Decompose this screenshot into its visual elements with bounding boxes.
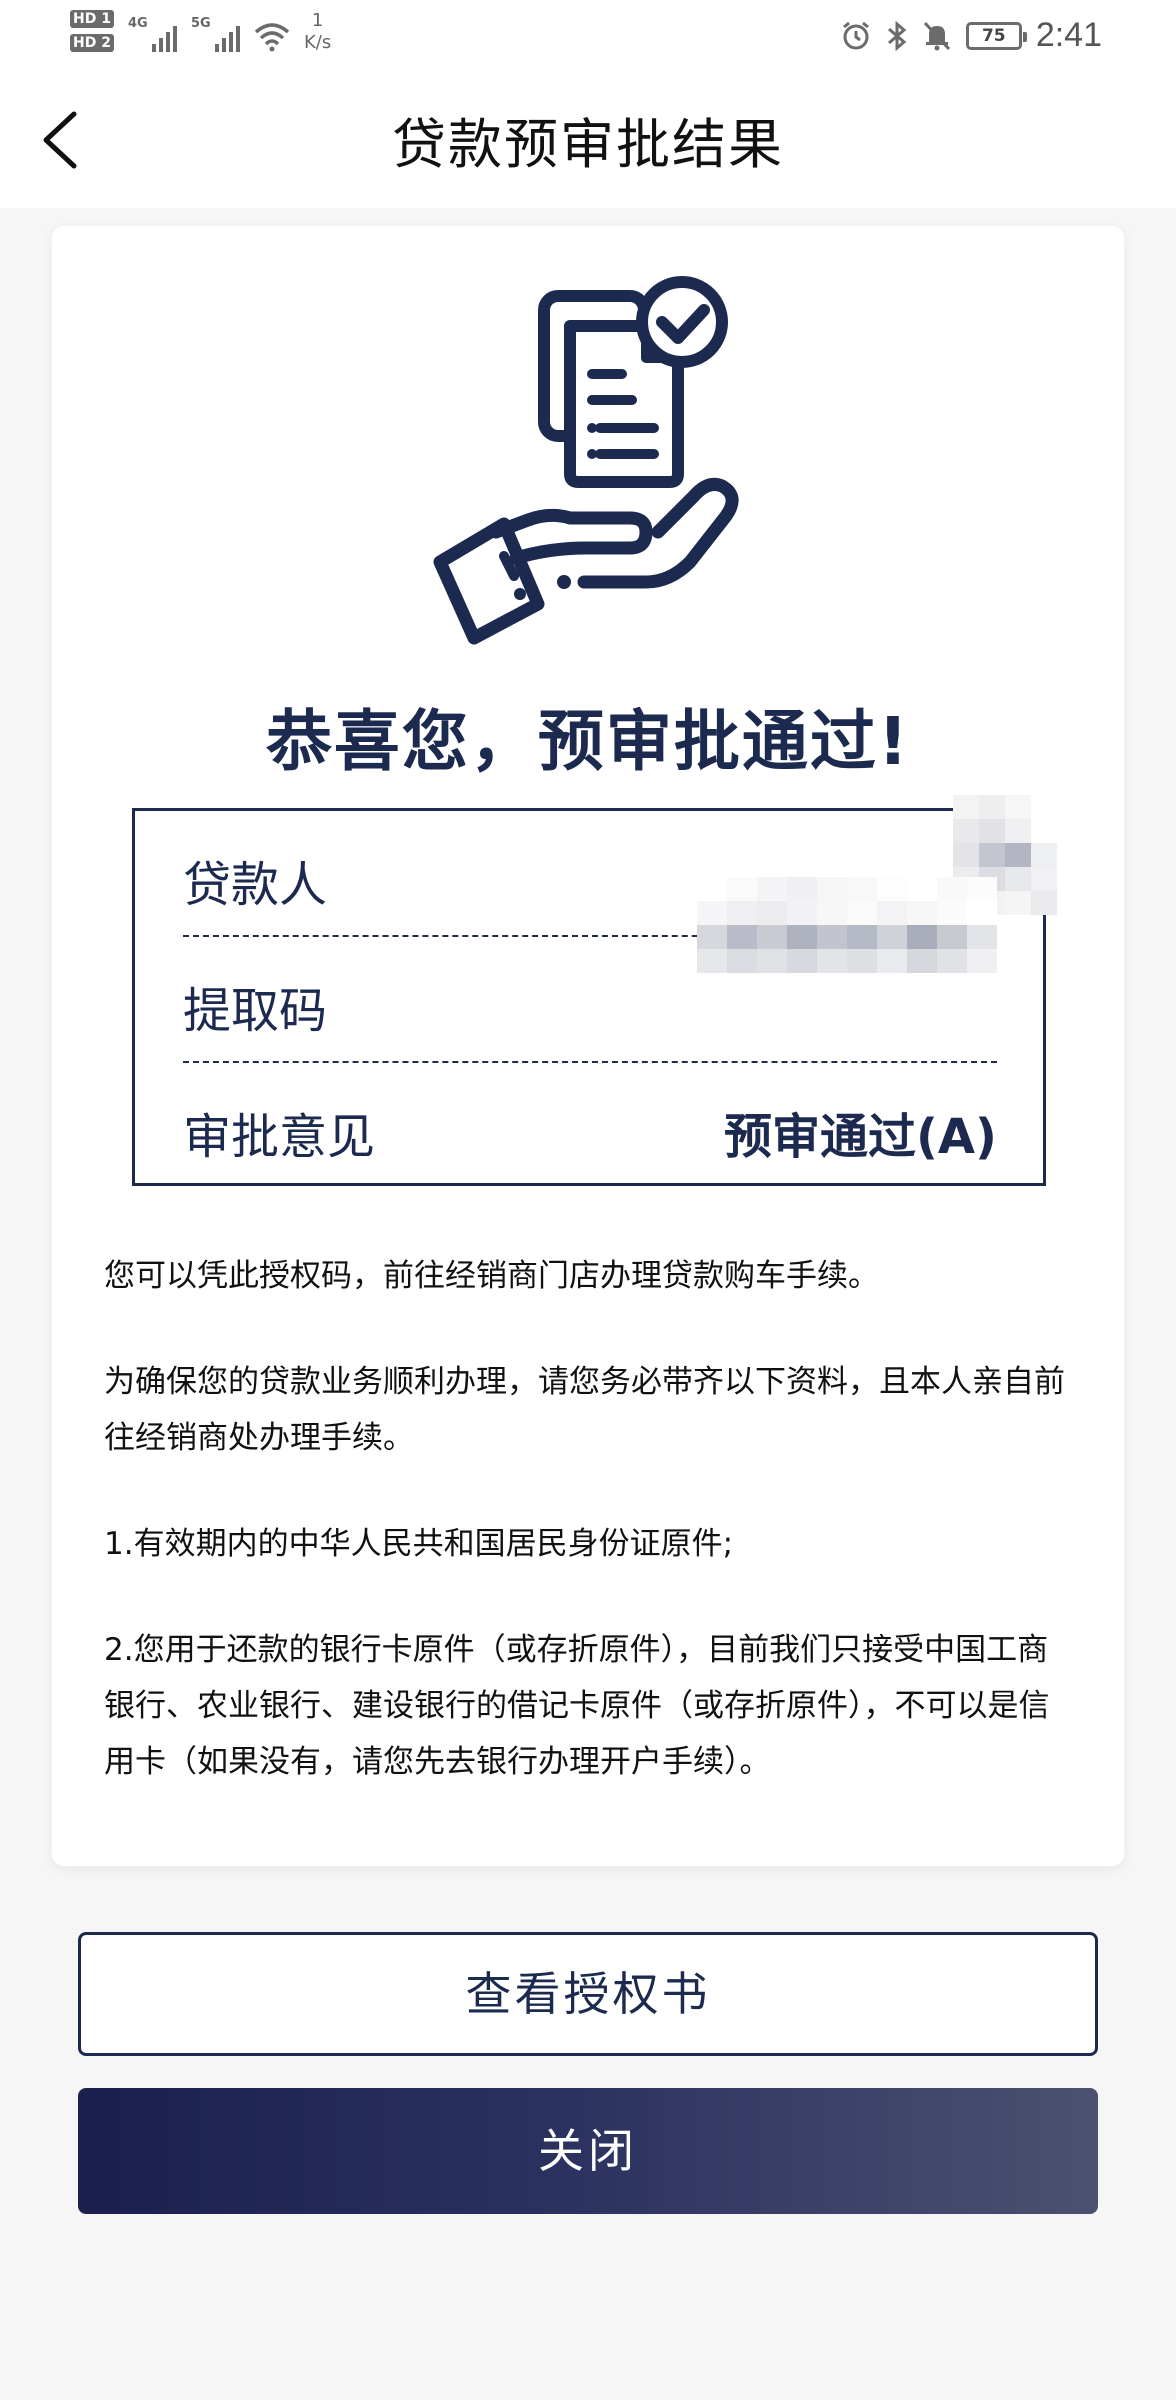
net-speed-unit: K/s <box>303 32 332 53</box>
net-speed: 1 K/s <box>304 10 331 54</box>
signal-5g-icon <box>214 22 240 52</box>
loan-info-box: 贷款人 提取码 审批意见 预审通过(A) <box>132 795 1057 1187</box>
status-bar-right: 75 2:41 <box>840 16 1102 55</box>
note-paragraph: 1.有效期内的中华人民共和国居民身份证原件; <box>104 1526 734 1562</box>
battery-indicator: 75 <box>965 21 1027 50</box>
page-title: 贷款预审批结果 <box>392 113 784 176</box>
approval-opinion-label: 审批意见 <box>183 1109 376 1165</box>
clock: 2:41 <box>1035 16 1102 54</box>
signal-5g: 5G <box>191 8 240 52</box>
approval-opinion-row: 审批意见 预审通过(A) <box>183 1063 997 1187</box>
hd1-badge: HD 1 <box>70 10 114 28</box>
success-title: 恭喜您，预审批通过! <box>265 703 911 780</box>
hd-indicators: HD 1 HD 2 <box>70 10 114 52</box>
signal-4g: 4G <box>128 8 177 52</box>
mute-bell-icon <box>923 21 950 50</box>
pickup-code-row: 提取码 <box>183 877 997 1061</box>
app-header: 贷款预审批结果 <box>0 72 1176 208</box>
view-authorization-button[interactable]: 查看授权书 <box>78 1932 1098 2056</box>
signal-4g-label: 4G <box>127 16 148 31</box>
signal-5g-label: 5G <box>190 16 211 31</box>
note-paragraph: 为确保您的贷款业务顺利办理，请您务必带齐以下资料，且本人亲自前往经销商处办理手续… <box>104 1364 1065 1456</box>
status-bar-left: HD 1 HD 2 4G 5G 1 K/s <box>70 8 331 54</box>
note-paragraph: 2.您用于还款的银行卡原件（或存折原件），目前我们只接受中国工商银行、农业银行、… <box>104 1632 1050 1780</box>
hand-holding-approved-document-icon <box>433 276 739 645</box>
approval-opinion-value: 预审通过(A) <box>723 1109 997 1165</box>
note-paragraph: 您可以凭此授权码，前往经销商门店办理贷款购车手续。 <box>104 1258 879 1294</box>
signal-4g-icon <box>151 22 177 52</box>
pickup-code-redaction-mosaic <box>697 877 997 973</box>
hd2-badge: HD 2 <box>70 34 114 52</box>
wifi-icon <box>254 23 290 52</box>
pickup-code-label: 提取码 <box>183 983 328 1039</box>
borrower-label: 贷款人 <box>183 857 328 913</box>
net-speed-value: 1 <box>311 10 324 31</box>
bluetooth-icon <box>887 20 907 51</box>
notes-section: 您可以凭此授权码，前往经销商门店办理贷款购车手续。 为确保您的贷款业务顺利办理，… <box>104 1248 1076 1840</box>
status-bar: HD 1 HD 2 4G 5G 1 K/s 75 2:41 <box>0 0 1176 72</box>
alarm-icon <box>842 21 869 49</box>
close-button[interactable]: 关闭 <box>78 2088 1098 2214</box>
result-card: 恭喜您，预审批通过! 贷款人 提取码 审批意见 预审通过(A) 您可以凭此授权码… <box>52 226 1124 1866</box>
